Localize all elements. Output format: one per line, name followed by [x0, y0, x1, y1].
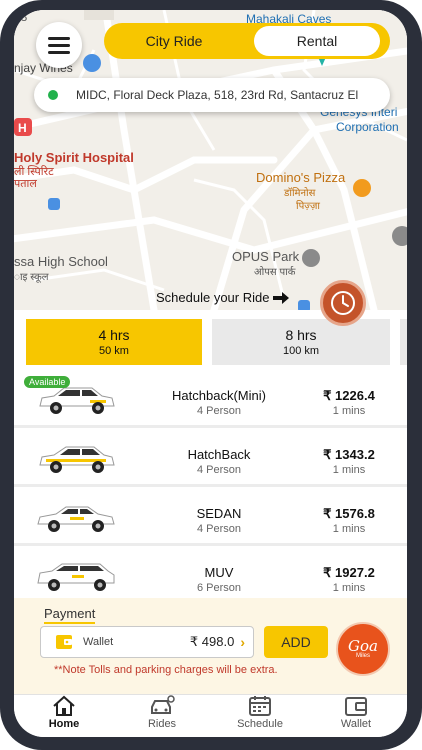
map-label-corporation: Corporation	[336, 120, 399, 134]
map-label-school-hi: ाइ स्कूल	[14, 272, 49, 283]
vehicle-eta: 1 mins	[332, 582, 366, 594]
tolls-note: **Note Tolls and parking charges will be…	[54, 664, 278, 676]
vehicle-eta: 1 mins	[332, 405, 366, 417]
package-km: 50 km	[99, 345, 129, 357]
vehicle-row-muv[interactable]: MUV 6 Person ₹ 1927.2 1 mins	[14, 549, 407, 598]
wallet-label: Wallet	[83, 636, 114, 648]
schedule-clock-button[interactable]	[320, 280, 366, 326]
package-next-peek[interactable]	[400, 319, 407, 365]
vehicle-list: Available Hatchback(Mini) 4 Person ₹ 122…	[14, 372, 407, 598]
map-label-opus: OPUS Park	[232, 249, 300, 264]
map-label-holy-spirit-hi2: पताल	[14, 178, 37, 190]
nav-label: Schedule	[237, 718, 283, 730]
sedan-car-icon	[37, 506, 115, 532]
schedule-ride-label: Schedule your Ride	[156, 290, 270, 305]
map-label-holy-spirit: Holy Spirit Hospital	[14, 150, 134, 165]
menu-button[interactable]	[36, 22, 82, 68]
goa-miles-logo: Goa Miles	[336, 622, 390, 676]
nav-label: Wallet	[340, 718, 372, 730]
map-label-dominos-hi: डॉमिनोस	[284, 188, 316, 199]
map-label-dominos: Domino's Pizza	[256, 170, 346, 185]
pickup-address-text: MIDC, Floral Deck Plaza, 518, 23rd Rd, S…	[76, 88, 359, 102]
pickup-dot-icon	[48, 90, 58, 100]
clock-icon	[331, 291, 355, 315]
vehicle-name: Hatchback(Mini)	[172, 388, 266, 403]
nav-schedule[interactable]: Schedule	[220, 695, 300, 737]
chevron-right-icon: ›	[240, 634, 245, 650]
wallet-icon	[345, 697, 367, 716]
logo-subtext: Miles	[355, 652, 370, 659]
available-badge: Available	[24, 376, 71, 388]
vehicle-seats: 6 Person	[196, 582, 242, 594]
vehicle-row-hatchback[interactable]: HatchBack 4 Person ₹ 1343.2 1 mins	[14, 431, 407, 487]
nav-wallet[interactable]: Wallet	[316, 695, 396, 737]
wallet-icon	[56, 635, 72, 649]
schedule-ride-prompt: Schedule your Ride	[156, 290, 290, 305]
bottom-navigation: Home Rides Schedule Wallet	[14, 694, 407, 737]
nav-home[interactable]: Home	[24, 695, 104, 737]
vehicle-seats: 4 Person	[196, 405, 242, 417]
hatchback-car-icon	[39, 387, 115, 414]
vehicle-eta: 1 mins	[332, 464, 366, 476]
svg-text:H: H	[18, 121, 27, 135]
package-hours: 4 hrs	[98, 327, 130, 343]
vehicle-row-sedan[interactable]: SEDAN 4 Person ₹ 1576.8 1 mins	[14, 490, 407, 546]
vehicle-name: SEDAN	[196, 506, 242, 521]
device-frame: H 08 Mahakali Caves njay Wines Genesys I…	[0, 0, 422, 750]
logo-text: Goa	[348, 636, 378, 655]
arrow-right-icon	[273, 291, 290, 304]
package-hours: 8 hrs	[285, 327, 317, 343]
ride-type-toggle: City Ride Rental	[104, 23, 390, 59]
map-label-school: ssa High School	[14, 254, 108, 269]
nav-label: Home	[48, 718, 80, 730]
vehicle-row-hatchback-mini[interactable]: Hatchback(Mini) 4 Person ₹ 1226.4 1 mins	[14, 372, 407, 428]
app-screen: H 08 Mahakali Caves njay Wines Genesys I…	[14, 10, 407, 737]
vehicle-fare: ₹ 1576.8	[323, 506, 375, 521]
muv-car-icon	[37, 563, 115, 591]
nav-label: Rides	[147, 718, 177, 730]
vehicle-fare: ₹ 1927.2	[323, 565, 375, 580]
vehicle-eta: 1 mins	[332, 523, 366, 535]
pickup-address-bar[interactable]: MIDC, Floral Deck Plaza, 518, 23rd Rd, S…	[34, 78, 390, 112]
package-km: 100 km	[282, 345, 320, 357]
payment-section: Payment Wallet ₹ 498.0 › ADD Goa Miles *…	[14, 598, 407, 694]
vehicle-seats: 4 Person	[196, 464, 242, 476]
map-label-corner: 08	[14, 10, 28, 24]
vehicle-fare: ₹ 1343.2	[323, 447, 375, 462]
vehicle-name: MUV	[204, 565, 234, 580]
car-icon	[151, 695, 175, 714]
wallet-selector[interactable]: Wallet ₹ 498.0 ›	[40, 626, 254, 658]
hatchback-car-icon	[39, 446, 115, 473]
nav-rides[interactable]: Rides	[122, 695, 202, 737]
vehicle-name: HatchBack	[187, 447, 251, 462]
wallet-balance: ₹ 498.0	[189, 634, 235, 649]
map-label-dominos-hi2: पिज़्ज़ा	[296, 201, 320, 212]
vehicle-seats: 4 Person	[196, 523, 242, 535]
package-8hrs[interactable]: 8 hrs 100 km	[212, 319, 390, 365]
home-icon	[53, 695, 75, 716]
add-money-button[interactable]: ADD	[264, 626, 328, 658]
payment-title: Payment	[44, 606, 96, 624]
tab-city-ride[interactable]: City Ride	[104, 26, 244, 56]
hamburger-menu-icon	[48, 37, 70, 54]
calendar-icon	[249, 696, 271, 716]
vehicle-fare: ₹ 1226.4	[323, 388, 375, 403]
map-label-opus-hi: ओपस पार्क	[254, 267, 296, 278]
package-4hrs[interactable]: 4 hrs 50 km	[26, 319, 202, 365]
tab-rental[interactable]: Rental	[254, 26, 380, 56]
